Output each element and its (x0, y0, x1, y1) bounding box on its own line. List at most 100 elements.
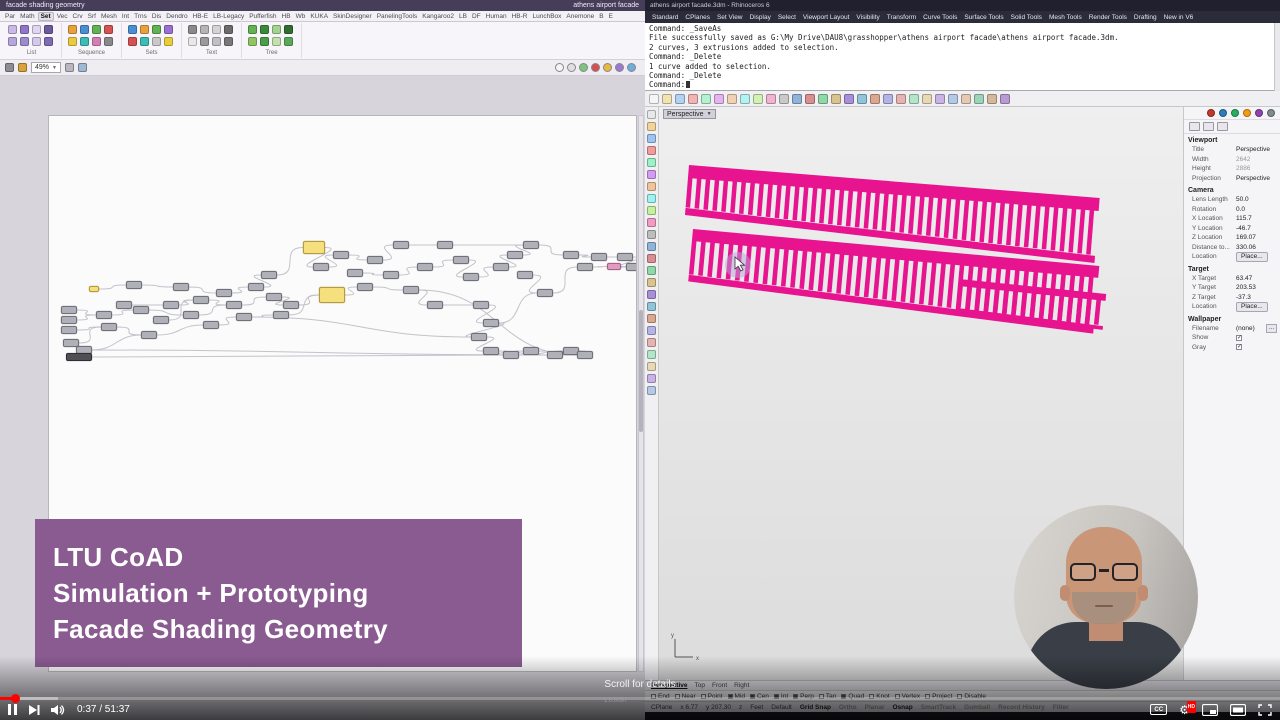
gh-node[interactable] (403, 286, 419, 294)
component-icon[interactable] (32, 37, 41, 46)
component-icon[interactable] (104, 37, 113, 46)
toolbar-icon[interactable] (987, 93, 997, 104)
toolbar-icon[interactable] (870, 93, 880, 104)
display-mode-icon[interactable] (567, 63, 576, 72)
gh-node[interactable] (116, 301, 132, 309)
gh-node[interactable] (141, 331, 157, 339)
component-icon[interactable] (68, 25, 77, 34)
status-toggle-ortho[interactable]: Ortho (839, 704, 857, 711)
gh-node[interactable] (193, 296, 209, 304)
toolbar-icon[interactable] (974, 93, 984, 104)
component-icon[interactable] (188, 25, 197, 34)
gh-node[interactable] (383, 271, 399, 279)
gh-tab-hb[interactable]: HB (280, 13, 293, 20)
toolbar-icon[interactable] (883, 93, 893, 104)
toolbar-icon[interactable] (922, 93, 932, 104)
side-toolbar-icon[interactable] (647, 266, 656, 275)
toolbar-icon[interactable] (948, 93, 958, 104)
rhino-menu-cplanes[interactable]: CPlanes (685, 14, 710, 21)
gh-tab-par[interactable]: Par (3, 13, 17, 20)
gh-tab-lunchbox[interactable]: LunchBox (530, 13, 563, 20)
toolbar-icon[interactable] (857, 93, 867, 104)
gh-vertical-scrollbar[interactable] (638, 115, 644, 672)
gh-node[interactable] (417, 263, 433, 271)
status-toggle-osnap[interactable]: Osnap (893, 704, 913, 711)
gh-node[interactable] (577, 351, 593, 359)
open-folder-icon[interactable] (18, 63, 27, 72)
gh-node[interactable] (66, 353, 92, 361)
gh-tab-kuka[interactable]: KUKA (308, 13, 330, 20)
gh-node[interactable] (313, 263, 329, 271)
component-icon[interactable] (260, 37, 269, 46)
gh-tab-int[interactable]: Int (120, 13, 131, 20)
toolbar-icon[interactable] (831, 93, 841, 104)
side-toolbar-icon[interactable] (647, 182, 656, 191)
component-icon[interactable] (32, 25, 41, 34)
panel-row-value[interactable]: Perspective (1236, 175, 1270, 182)
status-toggle-planar[interactable]: Planar (865, 704, 885, 711)
panel-row-value[interactable]: -37.3 (1236, 294, 1251, 301)
toolbar-icon[interactable] (753, 93, 763, 104)
side-toolbar-icon[interactable] (647, 230, 656, 239)
rhino-menu-render-tools[interactable]: Render Tools (1089, 14, 1127, 21)
gh-tab-df[interactable]: DF (470, 13, 483, 20)
side-toolbar-icon[interactable] (647, 302, 656, 311)
gh-node[interactable] (357, 283, 373, 291)
gh-tab-panelingtools[interactable]: PanelingTools (375, 13, 419, 20)
gh-node[interactable] (319, 287, 345, 303)
gh-node[interactable] (153, 316, 169, 324)
component-icon[interactable] (140, 37, 149, 46)
gh-tab-dendro[interactable]: Dendro (164, 13, 189, 20)
status-toggle-gumball[interactable]: Gumball (964, 704, 990, 711)
toolbar-icon[interactable] (662, 93, 672, 104)
gh-node[interactable] (347, 269, 363, 277)
panel-row-value[interactable]: 203.53 (1236, 284, 1256, 291)
panel-row-value[interactable]: 50.0 (1236, 196, 1249, 203)
side-toolbar-icon[interactable] (647, 338, 656, 347)
side-toolbar-icon[interactable] (647, 350, 656, 359)
gh-node[interactable] (367, 256, 383, 264)
side-toolbar-icon[interactable] (647, 158, 656, 167)
gh-node[interactable] (133, 306, 149, 314)
status-toggle-filter[interactable]: Filter (1053, 704, 1069, 711)
gh-node[interactable] (517, 271, 533, 279)
side-toolbar-icon[interactable] (647, 146, 656, 155)
component-icon[interactable] (44, 25, 53, 34)
rhino-menu-curve-tools[interactable]: Curve Tools (923, 14, 957, 21)
side-toolbar-icon[interactable] (647, 314, 656, 323)
side-toolbar-icon[interactable] (647, 134, 656, 143)
gh-tab-vec[interactable]: Vec (55, 13, 70, 20)
component-icon[interactable] (164, 37, 173, 46)
gh-tab-srf[interactable]: Srf (86, 13, 98, 20)
toolbar-icon[interactable] (675, 93, 685, 104)
side-toolbar-icon[interactable] (647, 242, 656, 251)
panel-tab-icon[interactable] (1219, 109, 1227, 117)
rhino-menu-select[interactable]: Select (778, 14, 796, 21)
rhino-menu-surface-tools[interactable]: Surface Tools (964, 14, 1003, 21)
side-toolbar-icon[interactable] (647, 110, 656, 119)
panel-row-value[interactable]: 2642 (1236, 156, 1250, 163)
component-icon[interactable] (284, 37, 293, 46)
gh-node[interactable] (591, 253, 607, 261)
gh-node[interactable] (577, 263, 593, 271)
gh-tab-mesh[interactable]: Mesh (99, 13, 119, 20)
side-toolbar-icon[interactable] (647, 254, 656, 263)
gh-node[interactable] (537, 289, 553, 297)
gh-node[interactable] (203, 321, 219, 329)
rhino-menu-transform[interactable]: Transform (887, 14, 916, 21)
gh-tab-trns[interactable]: Trns (132, 13, 149, 20)
status-toggle-record-history[interactable]: Record History (998, 704, 1045, 711)
gh-tab-kangaroo2[interactable]: Kangaroo2 (420, 13, 456, 20)
rhino-menu-drafting[interactable]: Drafting (1134, 14, 1157, 21)
component-icon[interactable] (272, 37, 281, 46)
gh-node[interactable] (626, 263, 636, 271)
gh-node[interactable] (393, 241, 409, 249)
display-mode-icon[interactable] (579, 63, 588, 72)
panel-row-value[interactable]: 63.47 (1236, 275, 1252, 282)
display-mode-icon[interactable] (555, 63, 564, 72)
component-icon[interactable] (20, 37, 29, 46)
side-toolbar-icon[interactable] (647, 206, 656, 215)
gh-tab-dis[interactable]: Dis (150, 13, 163, 20)
panel-row-value[interactable]: 115.7 (1236, 215, 1252, 222)
component-icon[interactable] (200, 37, 209, 46)
